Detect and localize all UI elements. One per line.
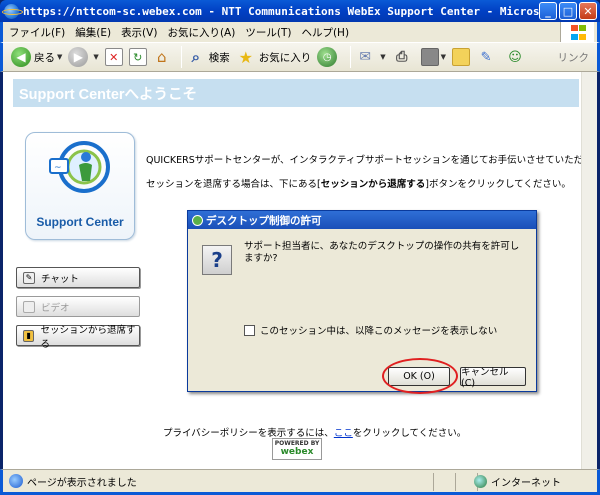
leave-instruction-bold: セッションから退席する xyxy=(320,179,426,190)
question-icon: ? xyxy=(202,245,232,275)
messenger-button[interactable]: ☺ xyxy=(505,47,528,67)
note-icon xyxy=(452,48,471,66)
search-label: 検索 xyxy=(208,51,230,64)
stop-icon: ✕ xyxy=(104,48,123,66)
research-icon: ✎ xyxy=(480,49,492,65)
chat-label: チャット xyxy=(41,273,79,285)
status-text: ページが表示されました xyxy=(27,477,137,489)
video-label: ビデオ xyxy=(41,302,70,314)
chat-button[interactable]: ✎ チャット xyxy=(16,267,140,288)
menu-favorites[interactable]: お気に入り(A) xyxy=(167,25,235,40)
research-button[interactable]: ✎ xyxy=(476,47,499,67)
leave-session-button[interactable]: ▮ セッションから退席する xyxy=(16,325,140,350)
support-center-logo: ~ Support Center xyxy=(25,132,135,240)
edit-icon xyxy=(420,48,439,66)
security-zone: インターネット xyxy=(474,474,561,489)
print-button[interactable]: ⎙ xyxy=(392,47,415,67)
chevron-down-icon[interactable]: ▼ xyxy=(441,53,446,61)
history-icon: ◷ xyxy=(317,47,338,67)
close-button[interactable]: ✕ xyxy=(579,2,597,20)
menu-file[interactable]: ファイル(F) xyxy=(9,25,65,40)
back-button[interactable]: ◀ 戻る ▼ xyxy=(11,47,62,67)
messenger-icon: ☺ xyxy=(508,49,522,65)
dont-show-again-checkbox[interactable]: このセッション中は、以降このメッセージを表示しない xyxy=(244,323,497,337)
menu-view[interactable]: 表示(V) xyxy=(121,25,157,40)
menu-tools[interactable]: ツール(T) xyxy=(245,25,291,40)
star-icon: ★ xyxy=(238,47,253,67)
back-label: 戻る xyxy=(34,51,55,64)
maximize-button[interactable]: □ xyxy=(559,2,577,20)
checkbox-box[interactable] xyxy=(244,324,255,336)
dont-show-again-label: このセッション中は、以降このメッセージを表示しない xyxy=(260,326,498,337)
window-title: https://nttcom-sc.webex.com - NTT Commun… xyxy=(23,4,553,18)
webex-text: webex xyxy=(280,447,314,457)
history-button[interactable]: ◷ xyxy=(317,47,340,67)
support-center-icon: ~ xyxy=(49,141,110,193)
logo-text: Support Center xyxy=(36,215,124,229)
status-bar: ページが表示されました インターネット xyxy=(0,469,600,495)
video-button[interactable]: ビデオ xyxy=(16,296,140,317)
home-icon: ⌂ xyxy=(157,48,167,66)
dialog-title: デスクトップ制御の許可 xyxy=(206,214,322,227)
svg-text:~: ~ xyxy=(54,163,62,173)
toolbar: ◀ 戻る ▼ ▶ ▼ ✕ ↻ ⌂ ⌕ 検索 ★ お気に入り ◷ ✉ ▼ ⎙ ▼ … xyxy=(0,42,600,72)
edit-button[interactable]: ▼ xyxy=(420,48,446,66)
home-button[interactable]: ⌂ xyxy=(153,48,171,66)
mail-button[interactable]: ✉ ▼ xyxy=(355,47,385,67)
highlight-circle xyxy=(382,358,458,394)
links-label[interactable]: リンク xyxy=(558,50,590,65)
video-icon xyxy=(23,300,35,313)
page-content: Support Centerへようこそ ~ Support Center QUI… xyxy=(3,72,597,469)
page-icon xyxy=(9,474,23,488)
dialog-titlebar: デスクトップ制御の許可 xyxy=(188,211,536,229)
webex-icon xyxy=(192,214,203,226)
internet-explorer-icon xyxy=(2,3,23,19)
desktop-control-dialog: デスクトップ制御の許可 ? サポート担当者に、あなたのデスクトップの操作の共有を… xyxy=(187,210,537,394)
forward-button[interactable]: ▶ ▼ xyxy=(68,47,99,67)
refresh-button[interactable]: ↻ xyxy=(128,48,147,66)
page-banner: Support Centerへようこそ xyxy=(13,79,579,107)
powered-by-webex-logo: POWERED BY webex xyxy=(272,438,322,460)
status-divider xyxy=(455,473,456,491)
toolbar-separator xyxy=(180,46,182,68)
leave-session-label: セッションから退席する xyxy=(40,324,136,350)
refresh-icon: ↻ xyxy=(128,48,147,66)
toolbar-separator xyxy=(350,46,352,68)
chevron-down-icon[interactable]: ▼ xyxy=(57,53,62,61)
stop-button[interactable]: ✕ xyxy=(104,48,123,66)
menu-bar: ファイル(F) 編集(E) 表示(V) お気に入り(A) ツール(T) ヘルプ(… xyxy=(0,22,600,42)
discuss-button[interactable] xyxy=(452,48,471,66)
chat-icon: ✎ xyxy=(23,271,35,284)
vertical-scrollbar[interactable] xyxy=(581,72,597,469)
zone-label: インターネット xyxy=(491,478,561,489)
search-icon: ⌕ xyxy=(191,48,200,66)
mail-icon: ✉ xyxy=(359,49,372,65)
globe-icon xyxy=(474,475,487,488)
minimize-button[interactable]: _ xyxy=(539,2,557,20)
chevron-down-icon[interactable]: ▼ xyxy=(380,53,385,61)
favorites-label: お気に入り xyxy=(258,51,312,64)
favorites-button[interactable]: ★ お気に入り xyxy=(236,47,312,67)
chevron-down-icon[interactable]: ▼ xyxy=(93,53,98,61)
windows-logo-icon xyxy=(560,22,594,42)
window-titlebar: https://nttcom-sc.webex.com - NTT Commun… xyxy=(0,0,600,22)
forward-arrow-icon: ▶ xyxy=(68,47,89,67)
privacy-text: プライバシーポリシーを表示するには、ここをクリックしてください。 xyxy=(163,428,467,439)
cancel-button[interactable]: キャンセル (C) xyxy=(460,367,526,389)
back-arrow-icon: ◀ xyxy=(11,47,31,67)
intro-text: QUICKERSサポートセンターが、インタラクティブサポートセッションを通じてお… xyxy=(146,155,597,166)
printer-icon: ⎙ xyxy=(396,49,408,65)
dialog-message: サポート担当者に、あなたのデスクトップの操作の共有を許可しますか? xyxy=(244,241,520,264)
privacy-link[interactable]: ここ xyxy=(334,428,353,439)
search-button[interactable]: ⌕ 検索 xyxy=(186,47,230,67)
leave-instruction-text: セッションを退席する場合は、下にある[セッションから退席する]ボタンをクリックし… xyxy=(146,179,571,190)
exit-door-icon: ▮ xyxy=(23,329,35,342)
status-divider xyxy=(433,473,434,491)
menu-edit[interactable]: 編集(E) xyxy=(75,25,111,40)
menu-help[interactable]: ヘルプ(H) xyxy=(301,25,349,40)
